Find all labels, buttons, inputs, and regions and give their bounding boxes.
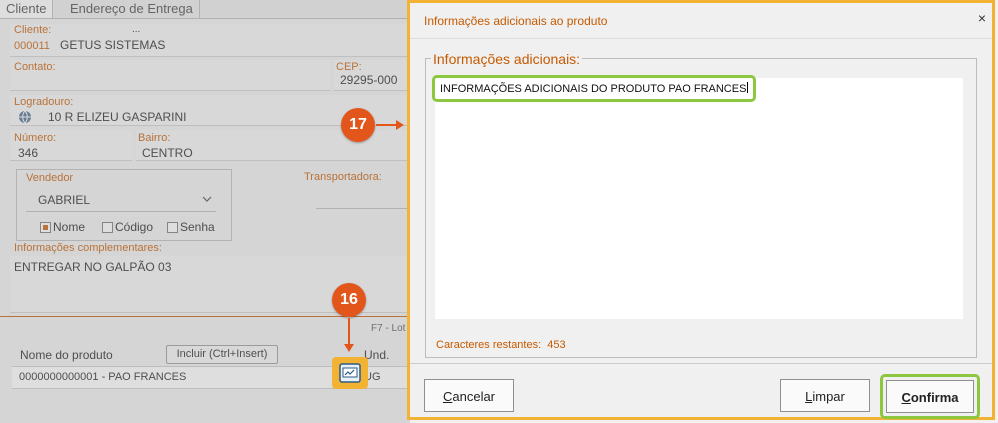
info-text-value: INFORMAÇÕES ADICIONAIS DO PRODUTO PAO FR… — [440, 83, 747, 95]
confirm-button[interactable]: Confirma — [886, 380, 974, 413]
info-textarea[interactable] — [435, 78, 963, 319]
button-divider — [410, 363, 992, 364]
close-icon[interactable]: × — [978, 10, 986, 26]
cancel-button[interactable]: Cancelar — [424, 379, 514, 412]
cancel-mnemonic: C — [442, 389, 453, 404]
confirm-mnemonic: C — [901, 390, 911, 405]
confirm-label: onfirma — [910, 390, 959, 405]
clear-label: impar — [812, 389, 845, 404]
info-dialog: Informações adicionais ao produto × Info… — [407, 0, 995, 420]
text-caret — [747, 82, 749, 93]
chars-remaining-label: Caracteres restantes: — [436, 339, 542, 351]
chars-remaining-value: 453 — [547, 339, 566, 351]
step-marker-17: 17 — [341, 108, 375, 142]
info-group-label: Informações adicionais: — [431, 51, 583, 67]
arrow-right-icon — [396, 120, 404, 130]
arrow-down-icon — [344, 344, 354, 352]
chars-remaining: Caracteres restantes: 453 — [436, 339, 566, 351]
cancel-label: ancelar — [452, 389, 496, 404]
clear-button[interactable]: Limpar — [780, 379, 870, 412]
info-text-highlight: INFORMAÇÕES ADICIONAIS DO PRODUTO PAO FR… — [432, 75, 757, 102]
title-divider — [410, 38, 992, 39]
info-product-button[interactable] — [332, 357, 368, 389]
edit-info-icon — [339, 363, 361, 383]
marker-17-line — [376, 124, 396, 126]
marker-16-line — [348, 318, 350, 344]
confirm-highlight: Confirma — [880, 374, 980, 419]
step-marker-16: 16 — [332, 283, 366, 317]
dialog-title: Informações adicionais ao produto — [424, 14, 608, 28]
